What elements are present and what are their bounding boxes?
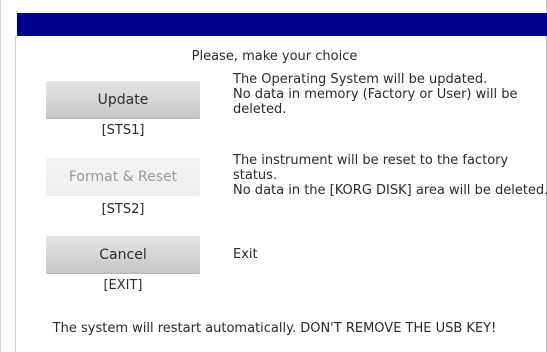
format-reset-description-line: No data in the [KORG DISK] area will be … [233, 183, 547, 198]
left-divider [15, 36, 16, 352]
format-reset-description: The instrument will be reset to the fact… [233, 153, 547, 198]
update-description: The Operating System will be updated. No… [233, 72, 517, 117]
footer-warning: The system will restart automatically. D… [52, 321, 497, 336]
format-reset-code: [STS2] [101, 202, 145, 217]
title-bar [17, 13, 547, 36]
cancel-description: Exit [233, 247, 258, 262]
cancel-code: [EXIT] [103, 278, 143, 293]
cancel-description-line: Exit [233, 247, 258, 262]
update-description-line: No data in memory (Factory or User) will… [233, 87, 518, 102]
update-code: [STS1] [101, 123, 145, 138]
update-description-line: deleted. [233, 102, 287, 117]
update-description-line: The Operating System will be updated. [233, 72, 488, 87]
format-reset-button[interactable]: Format & Reset [46, 158, 200, 196]
format-reset-description-line: The instrument will be reset to the fact… [233, 153, 509, 168]
dialog-window: Please, make your choice Update [STS1] T… [0, 0, 547, 352]
cancel-button[interactable]: Cancel [46, 236, 200, 274]
prompt-text: Please, make your choice [191, 49, 358, 64]
update-button[interactable]: Update [46, 81, 200, 119]
format-reset-description-line: status. [233, 168, 278, 183]
